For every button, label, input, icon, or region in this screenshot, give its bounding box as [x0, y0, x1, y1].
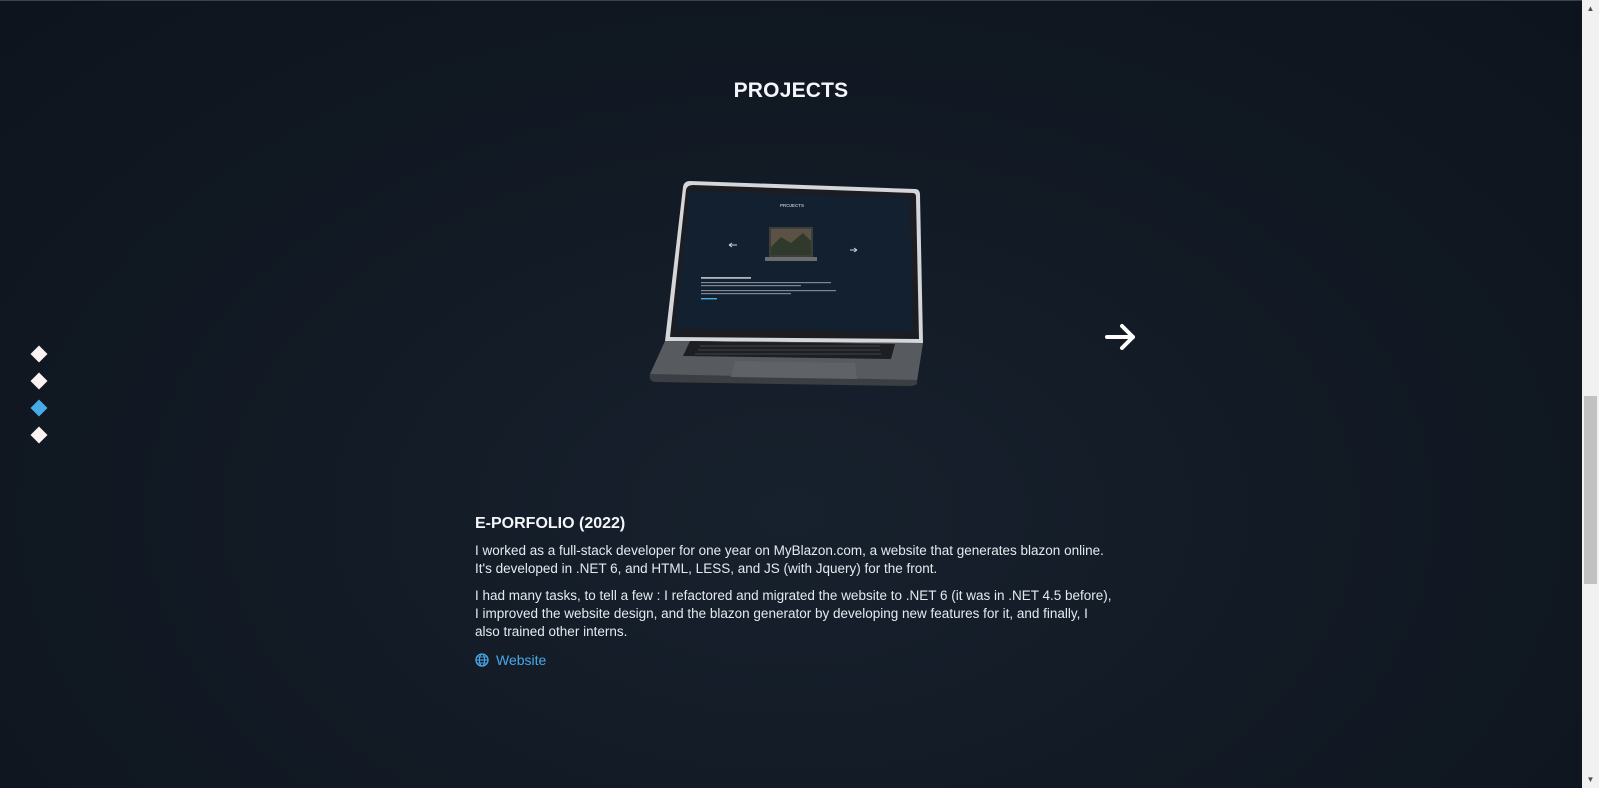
vertical-scrollbar[interactable]: ▲ ▼: [1582, 0, 1599, 788]
website-link[interactable]: Website: [475, 652, 546, 668]
scroll-thumb[interactable]: [1584, 396, 1597, 584]
nav-dot-3-active[interactable]: [30, 399, 48, 417]
page: PROJECTS PROJECTS E-PORFOLIO (2022) I wo…: [0, 0, 1582, 788]
nav-dot-4[interactable]: [30, 426, 48, 444]
screen-title: PROJECTS: [780, 203, 804, 208]
project-description-2: I had many tasks, to tell a few : I refa…: [475, 588, 1112, 639]
project-title: E-PORFOLIO (2022): [475, 515, 626, 532]
arrow-right-icon: [1105, 324, 1135, 350]
project-preview-image[interactable]: PROJECTS: [645, 181, 935, 396]
scroll-down-icon[interactable]: ▼: [1582, 771, 1599, 788]
next-project-button[interactable]: [1103, 319, 1139, 355]
project-details: E-PORFOLIO (2022) I worked as a full-sta…: [475, 515, 1115, 672]
laptop-illustration: PROJECTS: [649, 181, 923, 386]
globe-icon: [475, 653, 489, 667]
nav-dot-2[interactable]: [30, 372, 48, 390]
website-link-label: Website: [496, 652, 547, 668]
project-description-1: I worked as a full-stack developer for o…: [475, 543, 1104, 576]
nav-dot-1[interactable]: [30, 345, 48, 363]
scroll-up-icon[interactable]: ▲: [1582, 0, 1599, 17]
section-title: PROJECTS: [733, 79, 849, 102]
